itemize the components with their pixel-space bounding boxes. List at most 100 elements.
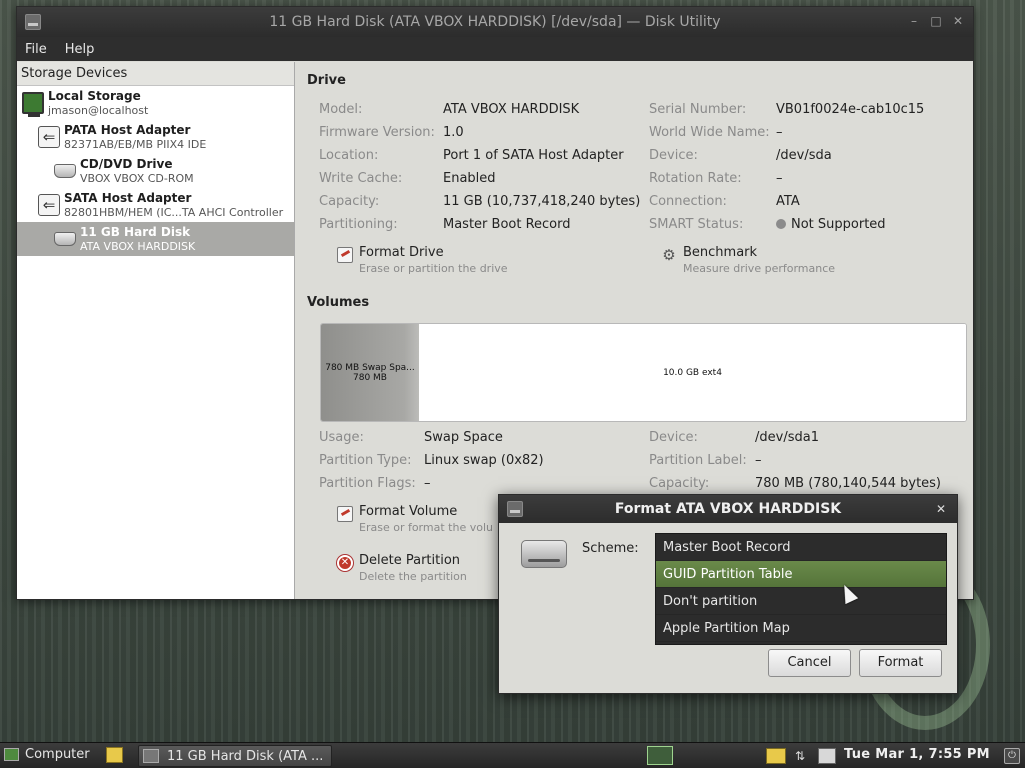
action-subtitle: Erase or format the volu	[359, 521, 493, 534]
clock[interactable]: Tue Mar 1, 7:55 PM	[844, 747, 990, 762]
scheme-label: Scheme:	[582, 541, 639, 556]
smart-status-label: SMART Status:	[649, 217, 744, 232]
scheme-option-gpt[interactable]: GUID Partition Table	[656, 561, 946, 588]
sidebar-item-sata-host-adapter[interactable]: ⇐ SATA Host Adapter 82801HBM/HEM (IC...T…	[17, 188, 294, 222]
volume-segment-label: 10.0 GB ext4	[663, 367, 722, 378]
serial-number-label: Serial Number:	[649, 102, 747, 117]
partition-label-label: Partition Label:	[649, 453, 747, 468]
action-title: Format Drive	[359, 245, 444, 260]
scheme-option-none[interactable]: Don't partition	[656, 588, 946, 615]
connection-label: Connection:	[649, 194, 727, 209]
adapter-icon: ⇐	[38, 126, 60, 148]
sidebar-item-hard-disk[interactable]: 11 GB Hard Disk ATA VBOX HARDDISK	[17, 222, 294, 256]
sidebar-item-local-storage[interactable]: Local Storage jmason@localhost	[17, 86, 294, 120]
tree-item-title: Local Storage	[48, 89, 141, 103]
clipboard-icon[interactable]	[818, 748, 836, 764]
maximize-icon[interactable]: □	[928, 13, 944, 29]
capacity-label: Capacity:	[319, 194, 380, 209]
volume-segment-label: 780 MB Swap Spa...	[325, 362, 415, 373]
write-cache-label: Write Cache:	[319, 171, 403, 186]
device-label: Device:	[649, 148, 698, 163]
volume-segment-swap[interactable]: 780 MB Swap Spa... 780 MB	[321, 324, 419, 421]
tree-item-subtitle: jmason@localhost	[48, 104, 149, 117]
smart-status-text: Not Supported	[791, 217, 886, 232]
volume-segment-ext4[interactable]: 10.0 GB ext4	[419, 324, 966, 421]
window-title: 11 GB Hard Disk (ATA VBOX HARDDISK) [/de…	[269, 14, 721, 30]
partition-type-value: Linux swap (0x82)	[424, 453, 544, 468]
model-value: ATA VBOX HARDDISK	[443, 102, 580, 117]
taskbar: Computer 11 GB Hard Disk (ATA ... ⇅ Tue …	[0, 742, 1025, 768]
sidebar-header: Storage Devices	[17, 62, 294, 86]
menu-file[interactable]: File	[25, 42, 47, 57]
sidebar-item-pata-host-adapter[interactable]: ⇐ PATA Host Adapter 82371AB/EB/MB PIIX4 …	[17, 120, 294, 154]
format-button[interactable]: Format	[859, 649, 942, 677]
tree-item-subtitle: 82801HBM/HEM (IC...TA AHCI Controller	[64, 206, 284, 219]
format-drive-button[interactable]: Format Drive Erase or partition the driv…	[337, 245, 557, 277]
format-icon	[337, 247, 353, 263]
world-wide-name-label: World Wide Name:	[649, 125, 770, 140]
workspace-switcher-icon[interactable]	[647, 746, 673, 765]
minimize-icon[interactable]: –	[906, 13, 922, 29]
usage-label: Usage:	[319, 430, 364, 445]
computer-icon	[4, 748, 19, 761]
status-dot-icon	[776, 219, 786, 229]
disk-utility-app-icon	[143, 749, 159, 763]
partition-type-label: Partition Type:	[319, 453, 412, 468]
power-icon[interactable]: ⏻	[1004, 748, 1020, 764]
connection-value: ATA	[776, 194, 800, 209]
partition-flags-value: –	[424, 476, 431, 491]
serial-number-value: VB01f0024e-cab10c15	[776, 102, 925, 117]
hard-disk-icon	[521, 540, 567, 568]
drive-section-title: Drive	[307, 73, 346, 88]
tree-item-title: 11 GB Hard Disk	[80, 225, 191, 239]
action-subtitle: Erase or partition the drive	[359, 262, 508, 275]
format-volume-button[interactable]: Format Volume Erase or format the volu	[337, 504, 517, 536]
benchmark-button[interactable]: ⚙ Benchmark Measure drive performance	[661, 245, 881, 277]
cancel-button[interactable]: Cancel	[768, 649, 851, 677]
volume-capacity-label: Capacity:	[649, 476, 710, 491]
computer-menu-button[interactable]: Computer	[4, 747, 90, 762]
usage-value: Swap Space	[424, 430, 503, 445]
computer-icon	[22, 92, 44, 117]
action-title: Delete Partition	[359, 553, 461, 568]
storage-devices-sidebar: Storage Devices Local Storage jmason@loc…	[17, 62, 295, 599]
world-wide-name-value: –	[776, 125, 783, 140]
volume-capacity-value: 780 MB (780,140,544 bytes)	[755, 476, 942, 491]
notes-launcher-icon[interactable]	[106, 747, 123, 763]
partition-flags-label: Partition Flags:	[319, 476, 416, 491]
volume-segment-size: 780 MB	[353, 372, 387, 383]
delete-partition-button[interactable]: ✕ Delete Partition Delete the partition	[337, 553, 517, 585]
format-icon	[337, 506, 353, 522]
partitioning-value: Master Boot Record	[443, 217, 571, 232]
action-title: Benchmark	[683, 245, 758, 260]
action-title: Format Volume	[359, 504, 458, 519]
benchmark-icon: ⚙	[662, 246, 676, 264]
firmware-label: Firmware Version:	[319, 125, 435, 140]
model-label: Model:	[319, 102, 363, 117]
update-notifier-icon[interactable]	[766, 748, 786, 764]
volume-map: 780 MB Swap Spa... 780 MB 10.0 GB ext4	[320, 323, 967, 422]
menu-help[interactable]: Help	[65, 42, 95, 57]
network-icon[interactable]: ⇅	[795, 748, 807, 764]
scheme-option-mbr[interactable]: Master Boot Record	[656, 534, 946, 561]
window-titlebar[interactable]: 11 GB Hard Disk (ATA VBOX HARDDISK) [/de…	[17, 7, 973, 37]
computer-menu-label: Computer	[25, 747, 90, 762]
write-cache-value: Enabled	[443, 171, 496, 186]
taskbar-task-label: 11 GB Hard Disk (ATA ...	[167, 748, 324, 764]
partition-label-value: –	[755, 453, 762, 468]
dialog-titlebar[interactable]: Format ATA VBOX HARDDISK ✕	[499, 495, 957, 523]
volumes-section-title: Volumes	[307, 295, 370, 310]
scheme-option-apple[interactable]: Apple Partition Map	[656, 615, 946, 642]
tree-item-subtitle: 82371AB/EB/MB PIIX4 IDE	[64, 138, 207, 151]
scheme-dropdown-list[interactable]: Master Boot Record GUID Partition Table …	[655, 533, 947, 645]
sidebar-item-cd-dvd-drive[interactable]: CD/DVD Drive VBOX VBOX CD-ROM	[17, 154, 294, 188]
close-icon[interactable]: ✕	[950, 13, 966, 29]
taskbar-task-disk-utility[interactable]: 11 GB Hard Disk (ATA ...	[138, 745, 332, 767]
delete-icon: ✕	[337, 555, 353, 571]
rotation-rate-label: Rotation Rate:	[649, 171, 742, 186]
close-icon[interactable]: ✕	[933, 501, 949, 517]
menu-bar: File Help	[17, 37, 973, 61]
adapter-icon: ⇐	[38, 194, 60, 216]
partitioning-label: Partitioning:	[319, 217, 398, 232]
smart-status-value: Not Supported	[776, 217, 886, 232]
